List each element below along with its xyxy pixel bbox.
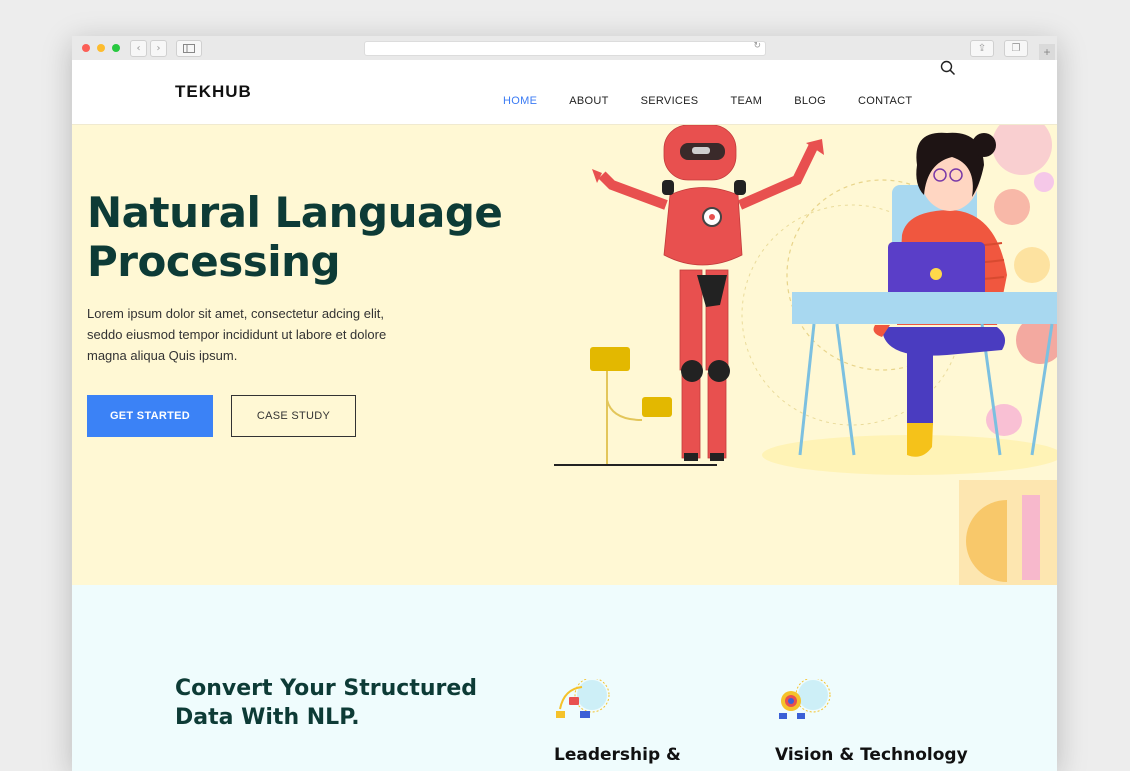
case-study-button[interactable]: CASE STUDY — [231, 395, 356, 437]
chevron-left-icon[interactable]: ‹ — [130, 40, 147, 57]
hero-section: Natural Language Processing Lorem ipsum … — [72, 125, 1057, 585]
nav-contact[interactable]: CONTACT — [858, 95, 912, 107]
features-title-line2: Data With NLP. — [175, 705, 360, 730]
hero-description: Lorem ipsum dolor sit amet, consectetur … — [87, 306, 387, 363]
hero-title-line2: Processing — [87, 237, 341, 286]
brand-logo[interactable]: TEKHUB — [175, 82, 252, 102]
browser-window: ‹ › ↻ ⇪ ❐ + TEKHUB HOME ABOUT SERVICES T… — [72, 36, 1057, 771]
nav-home[interactable]: HOME — [503, 95, 537, 107]
hero-title: Natural Language Processing — [87, 188, 503, 286]
main-nav: HOME ABOUT SERVICES TEAM BLOG CONTACT — [503, 95, 944, 107]
nav-about[interactable]: ABOUT — [569, 95, 608, 107]
card-title-vision: Vision & Technology — [775, 745, 968, 765]
site-header: TEKHUB HOME ABOUT SERVICES TEAM BLOG CON… — [72, 60, 1057, 125]
maximize-window-button[interactable] — [112, 44, 120, 52]
minimize-window-button[interactable] — [97, 44, 105, 52]
features-title-line1: Convert Your Structured — [175, 676, 478, 701]
address-bar[interactable]: ↻ — [364, 41, 766, 56]
nav-services[interactable]: SERVICES — [641, 95, 699, 107]
robot-and-person-illustration — [554, 125, 1057, 585]
sidebar-icon[interactable] — [176, 40, 202, 57]
vision-icon — [779, 679, 831, 719]
close-window-button[interactable] — [82, 44, 90, 52]
tabs-icon[interactable]: ❐ — [1004, 40, 1028, 57]
nav-blog[interactable]: BLOG — [794, 95, 826, 107]
nav-team[interactable]: TEAM — [730, 95, 762, 107]
leadership-icon — [556, 679, 610, 718]
search-icon[interactable] — [940, 60, 956, 76]
card-title-leadership: Leadership & — [554, 745, 681, 765]
features-section: Convert Your Structured Data With NLP. L… — [72, 585, 1057, 771]
hero-title-line1: Natural Language — [87, 188, 503, 237]
reload-icon[interactable]: ↻ — [753, 41, 761, 51]
get-started-button[interactable]: GET STARTED — [87, 395, 213, 437]
chevron-right-icon[interactable]: › — [150, 40, 167, 57]
share-icon[interactable]: ⇪ — [970, 40, 994, 57]
features-title: Convert Your Structured Data With NLP. — [175, 674, 477, 732]
plus-icon[interactable]: + — [1039, 44, 1055, 60]
browser-toolbar: ‹ › ↻ ⇪ ❐ + — [72, 36, 1057, 61]
